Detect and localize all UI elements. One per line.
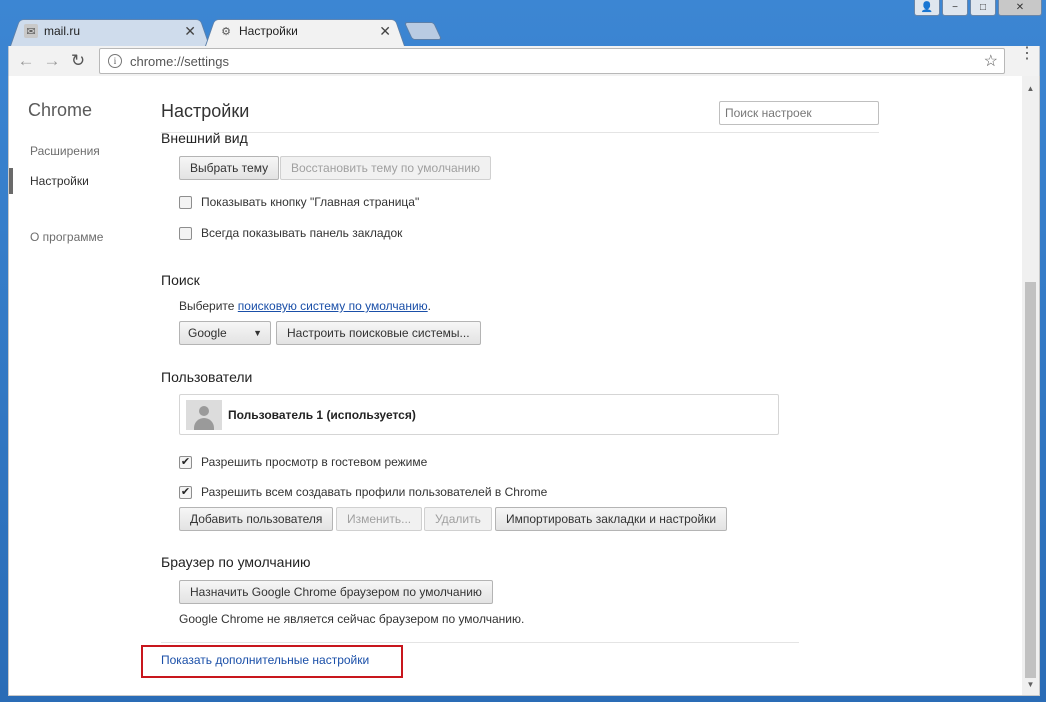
checkbox-label: Разрешить всем создавать профили пользов… xyxy=(201,485,548,499)
window-controls: 👤 − □ ✕ xyxy=(914,0,1042,16)
minimize-button[interactable]: − xyxy=(942,0,968,16)
current-user-name: Пользователь 1 (используется) xyxy=(228,407,416,422)
appearance-section-title: Внешний вид xyxy=(161,130,248,146)
default-browser-status: Google Chrome не является сейчас браузер… xyxy=(179,612,525,626)
gear-icon: ⚙ xyxy=(221,25,231,38)
reload-button[interactable]: ↻ xyxy=(65,48,91,74)
search-engine-description: Выберите поисковую систему по умолчанию. xyxy=(179,299,431,313)
address-bar[interactable]: i chrome://settings ☆ xyxy=(99,48,1005,74)
nav-selected-marker xyxy=(9,168,13,194)
scroll-up-icon[interactable]: ▲ xyxy=(1022,84,1039,93)
checkbox-box[interactable]: ✔ xyxy=(179,485,192,499)
default-search-engine-link[interactable]: поисковую систему по умолчанию xyxy=(238,299,428,313)
checkbox-box[interactable] xyxy=(179,226,192,240)
add-user-button[interactable]: Добавить пользователя xyxy=(179,507,334,531)
checkbox-label: Всегда показывать панель закладок xyxy=(201,226,403,240)
back-button[interactable]: ← xyxy=(13,48,39,74)
highlight-annotation xyxy=(141,645,403,678)
anyone-add-profile-checkbox[interactable]: ✔ Разрешить всем создавать профили польз… xyxy=(179,485,547,499)
manage-search-engines-button[interactable]: Настроить поисковые системы... xyxy=(276,321,481,345)
close-tab-icon[interactable]: ✕ xyxy=(184,23,196,40)
reset-theme-button[interactable]: Восстановить тему по умолчанию xyxy=(280,156,491,180)
mail-icon: ✉ xyxy=(24,24,38,38)
forward-button[interactable]: → xyxy=(39,48,65,74)
close-window-button[interactable]: ✕ xyxy=(998,0,1042,16)
make-default-browser-button[interactable]: Назначить Google Chrome браузером по умо… xyxy=(179,580,493,604)
checkbox-box[interactable]: ✔ xyxy=(179,455,192,469)
default-browser-section-title: Браузер по умолчанию xyxy=(161,554,311,570)
selected-engine: Google xyxy=(188,326,227,340)
maximize-button[interactable]: □ xyxy=(970,0,996,16)
tab-strip: ✉ mail.ru ✕ ⚙ Настройки ✕ xyxy=(10,12,510,46)
settings-page: Chrome Расширения Настройки О программе … xyxy=(8,76,1040,696)
search-engine-select[interactable]: Google ▼ xyxy=(179,321,271,345)
checkbox-box[interactable] xyxy=(179,195,192,209)
show-home-button-checkbox[interactable]: Показывать кнопку "Главная страница" xyxy=(179,195,419,209)
import-bookmarks-button[interactable]: Импортировать закладки и настройки xyxy=(495,507,728,531)
delete-user-button[interactable]: Удалить xyxy=(424,507,492,531)
avatar xyxy=(186,399,222,430)
browser-toolbar: ← → ↻ i chrome://settings ☆ ⋮ xyxy=(8,46,1040,76)
nav-item-extensions[interactable]: Расширения xyxy=(30,144,100,158)
checkbox-label: Разрешить просмотр в гостевом режиме xyxy=(201,455,428,469)
header-divider xyxy=(161,132,879,133)
guest-browsing-checkbox[interactable]: ✔ Разрешить просмотр в гостевом режиме xyxy=(179,455,427,469)
info-icon[interactable]: i xyxy=(108,54,122,68)
dropdown-caret-icon: ▼ xyxy=(253,328,262,338)
nav-item-settings[interactable]: Настройки xyxy=(30,174,89,188)
page-title: Настройки xyxy=(161,101,250,121)
tab-title: mail.ru xyxy=(44,24,81,38)
nav-title: Chrome xyxy=(28,100,93,120)
footer-divider xyxy=(161,642,799,643)
choose-theme-button[interactable]: Выбрать тему xyxy=(179,156,280,180)
user-profile-icon[interactable]: 👤 xyxy=(914,0,940,16)
settings-nav: Chrome Расширения Настройки О программе xyxy=(9,76,149,695)
scrollbar-thumb[interactable] xyxy=(1025,282,1036,678)
search-section-title: Поиск xyxy=(161,272,200,288)
new-tab-button[interactable] xyxy=(403,22,443,40)
bookmark-star-icon[interactable]: ☆ xyxy=(984,51,998,71)
browser-window: 👤 − □ ✕ ✉ mail.ru ✕ ⚙ Настройки ✕ ← → ↻ xyxy=(0,0,1046,702)
scroll-down-icon[interactable]: ▼ xyxy=(1022,680,1039,689)
tab-mailru[interactable]: ✉ mail.ru ✕ xyxy=(10,16,210,46)
show-bookmarks-bar-checkbox[interactable]: Всегда показывать панель закладок xyxy=(179,226,402,240)
scrollbar[interactable]: ▲ ▼ xyxy=(1022,76,1039,695)
close-tab-icon[interactable]: ✕ xyxy=(379,23,391,40)
nav-item-about[interactable]: О программе xyxy=(30,230,103,244)
url-text[interactable]: chrome://settings xyxy=(130,54,984,69)
tab-title: Настройки xyxy=(239,24,298,38)
users-section-title: Пользователи xyxy=(161,369,253,385)
search-settings-input[interactable] xyxy=(719,101,879,125)
tab-settings[interactable]: ⚙ Настройки ✕ xyxy=(205,16,405,46)
user-list[interactable]: Пользователь 1 (используется) xyxy=(179,394,779,435)
menu-icon[interactable]: ⋮ xyxy=(1019,46,1035,62)
edit-user-button[interactable]: Изменить... xyxy=(336,507,423,531)
checkbox-label: Показывать кнопку "Главная страница" xyxy=(201,195,420,209)
description-suffix: . xyxy=(427,299,432,313)
description-prefix: Выберите xyxy=(179,299,238,313)
